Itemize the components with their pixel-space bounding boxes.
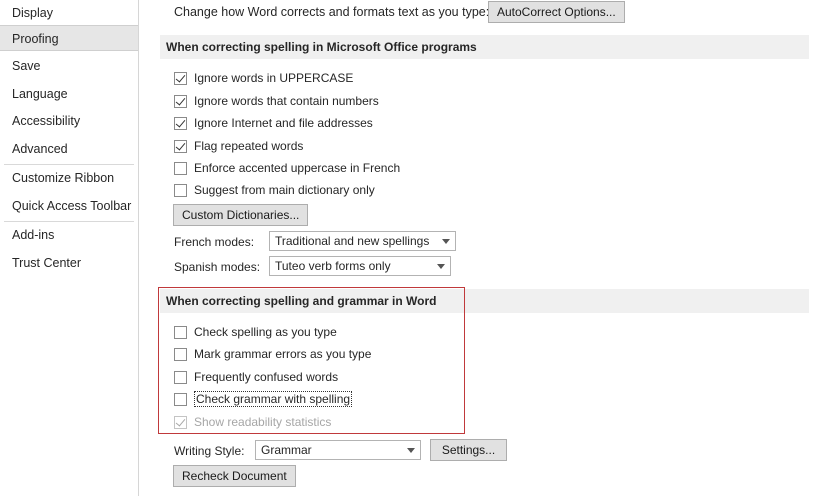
french-modes-dropdown[interactable]: Traditional and new spellings: [269, 231, 456, 251]
dropdown-value: Tuteo verb forms only: [275, 259, 391, 273]
sidebar-item-customize-ribbon[interactable]: Customize Ribbon: [0, 165, 138, 191]
checkbox[interactable]: [174, 116, 187, 130]
checkbox[interactable]: [174, 139, 187, 153]
option-enforce-accented-uppercase[interactable]: Enforce accented uppercase in French: [174, 159, 400, 177]
custom-dictionaries-button[interactable]: Custom Dictionaries...: [173, 204, 309, 226]
sidebar-item-save[interactable]: Save: [0, 53, 138, 79]
option-ignore-numbers[interactable]: Ignore words that contain numbers: [174, 92, 379, 110]
section-header-office: When correcting spelling in Microsoft Of…: [160, 35, 809, 59]
sidebar-item-accessibility[interactable]: Accessibility: [0, 108, 138, 134]
highlight-box: [158, 287, 465, 434]
spanish-modes-dropdown[interactable]: Tuteo verb forms only: [269, 256, 451, 276]
option-label: Flag repeated words: [194, 139, 304, 153]
writing-style-dropdown[interactable]: Grammar: [255, 440, 421, 460]
settings-button[interactable]: Settings...: [430, 439, 507, 461]
dropdown-value: Grammar: [261, 443, 312, 457]
checkbox[interactable]: [174, 183, 187, 197]
sidebar-item-add-ins[interactable]: Add-ins: [0, 222, 138, 248]
checkbox[interactable]: [174, 71, 187, 85]
option-suggest-main-dictionary[interactable]: Suggest from main dictionary only: [174, 181, 375, 199]
chevron-down-icon: [437, 264, 445, 269]
dropdown-value: Traditional and new spellings: [275, 234, 430, 248]
sidebar-item-display[interactable]: Display: [0, 0, 138, 26]
option-label: Ignore words in UPPERCASE: [194, 71, 354, 85]
chevron-down-icon: [407, 448, 415, 453]
sidebar-item-language[interactable]: Language: [0, 81, 138, 107]
option-flag-repeated-words[interactable]: Flag repeated words: [174, 137, 303, 155]
sidebar-item-trust-center[interactable]: Trust Center: [0, 250, 138, 276]
option-label: Suggest from main dictionary only: [194, 183, 375, 197]
option-label: Ignore Internet and file addresses: [194, 116, 373, 130]
option-ignore-internet-addresses[interactable]: Ignore Internet and file addresses: [174, 114, 373, 132]
option-label: Enforce accented uppercase in French: [194, 161, 401, 175]
scrollbar[interactable]: [822, 0, 836, 496]
autocorrect-intro-text: Change how Word corrects and formats tex…: [174, 5, 490, 19]
checkbox[interactable]: [174, 161, 187, 175]
spanish-modes-label: Spanish modes:: [174, 260, 261, 274]
sidebar-item-quick-access-toolbar[interactable]: Quick Access Toolbar: [0, 193, 138, 219]
sidebar-item-advanced[interactable]: Advanced: [0, 136, 138, 162]
sidebar-item-proofing[interactable]: Proofing: [0, 25, 138, 51]
french-modes-label: French modes:: [174, 235, 255, 249]
recheck-document-button[interactable]: Recheck Document: [173, 465, 296, 487]
checkbox[interactable]: [174, 94, 187, 108]
writing-style-label: Writing Style:: [174, 444, 245, 458]
option-ignore-uppercase[interactable]: Ignore words in UPPERCASE: [174, 69, 353, 87]
option-label: Ignore words that contain numbers: [194, 94, 379, 108]
autocorrect-options-button[interactable]: AutoCorrect Options...: [488, 1, 625, 23]
chevron-down-icon: [442, 239, 450, 244]
options-sidebar: Display Proofing Save Language Accessibi…: [0, 0, 139, 496]
